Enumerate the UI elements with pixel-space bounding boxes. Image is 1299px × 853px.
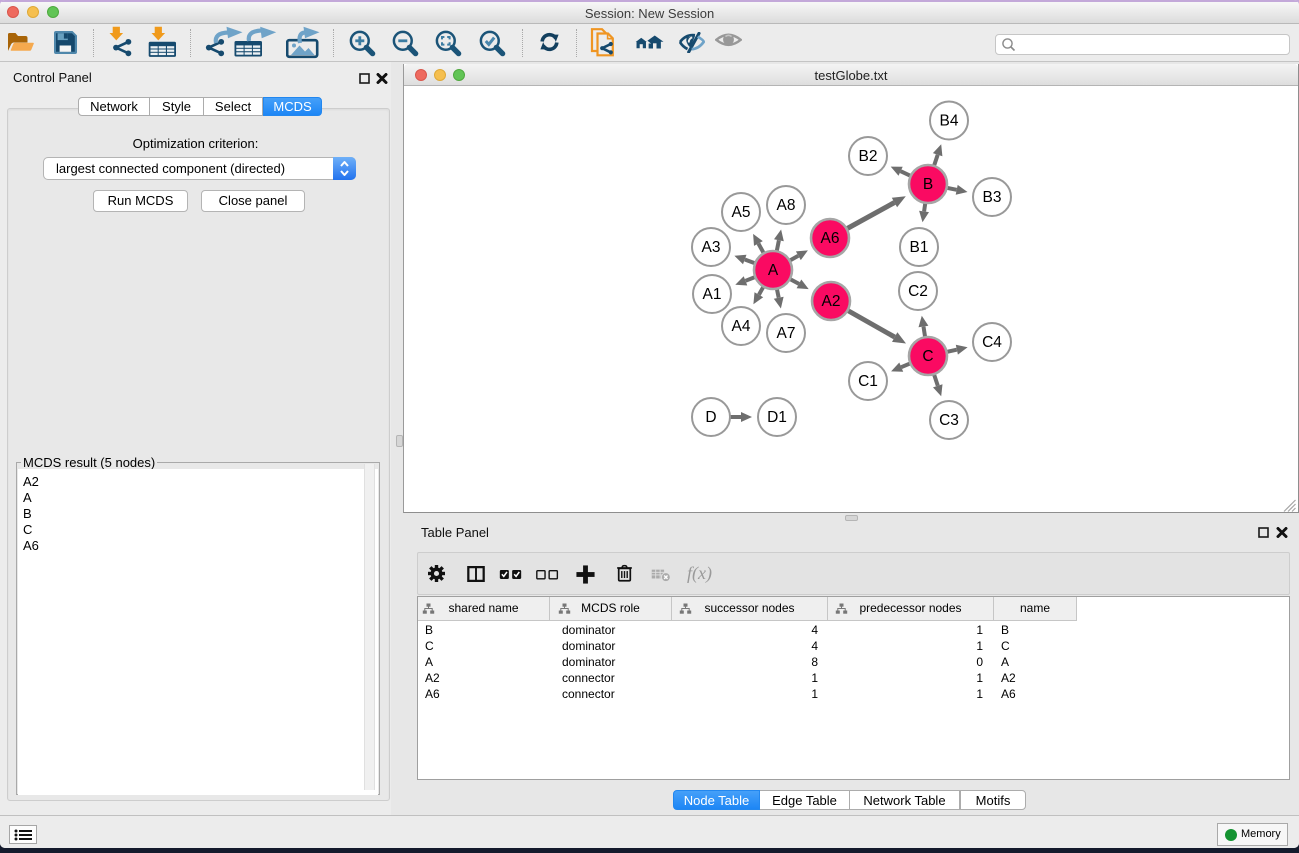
svg-text:C3: C3 [939, 412, 959, 429]
svg-text:C1: C1 [858, 373, 878, 390]
svg-text:B: B [923, 176, 933, 193]
svg-text:B3: B3 [983, 189, 1002, 206]
svg-text:B2: B2 [859, 148, 878, 165]
svg-text:A5: A5 [732, 204, 751, 221]
svg-text:D: D [705, 409, 716, 426]
svg-text:B4: B4 [940, 113, 959, 130]
svg-text:C2: C2 [908, 283, 928, 300]
svg-text:A2: A2 [822, 293, 841, 310]
svg-text:C: C [922, 348, 933, 365]
svg-text:A7: A7 [777, 325, 796, 342]
svg-text:B1: B1 [910, 239, 929, 256]
svg-text:A4: A4 [732, 318, 751, 335]
svg-text:A: A [768, 262, 779, 279]
svg-text:A6: A6 [821, 230, 840, 247]
svg-text:A1: A1 [703, 286, 722, 303]
svg-text:A3: A3 [702, 239, 721, 256]
svg-text:C4: C4 [982, 334, 1002, 351]
svg-text:D1: D1 [767, 409, 787, 426]
svg-text:A8: A8 [777, 197, 796, 214]
